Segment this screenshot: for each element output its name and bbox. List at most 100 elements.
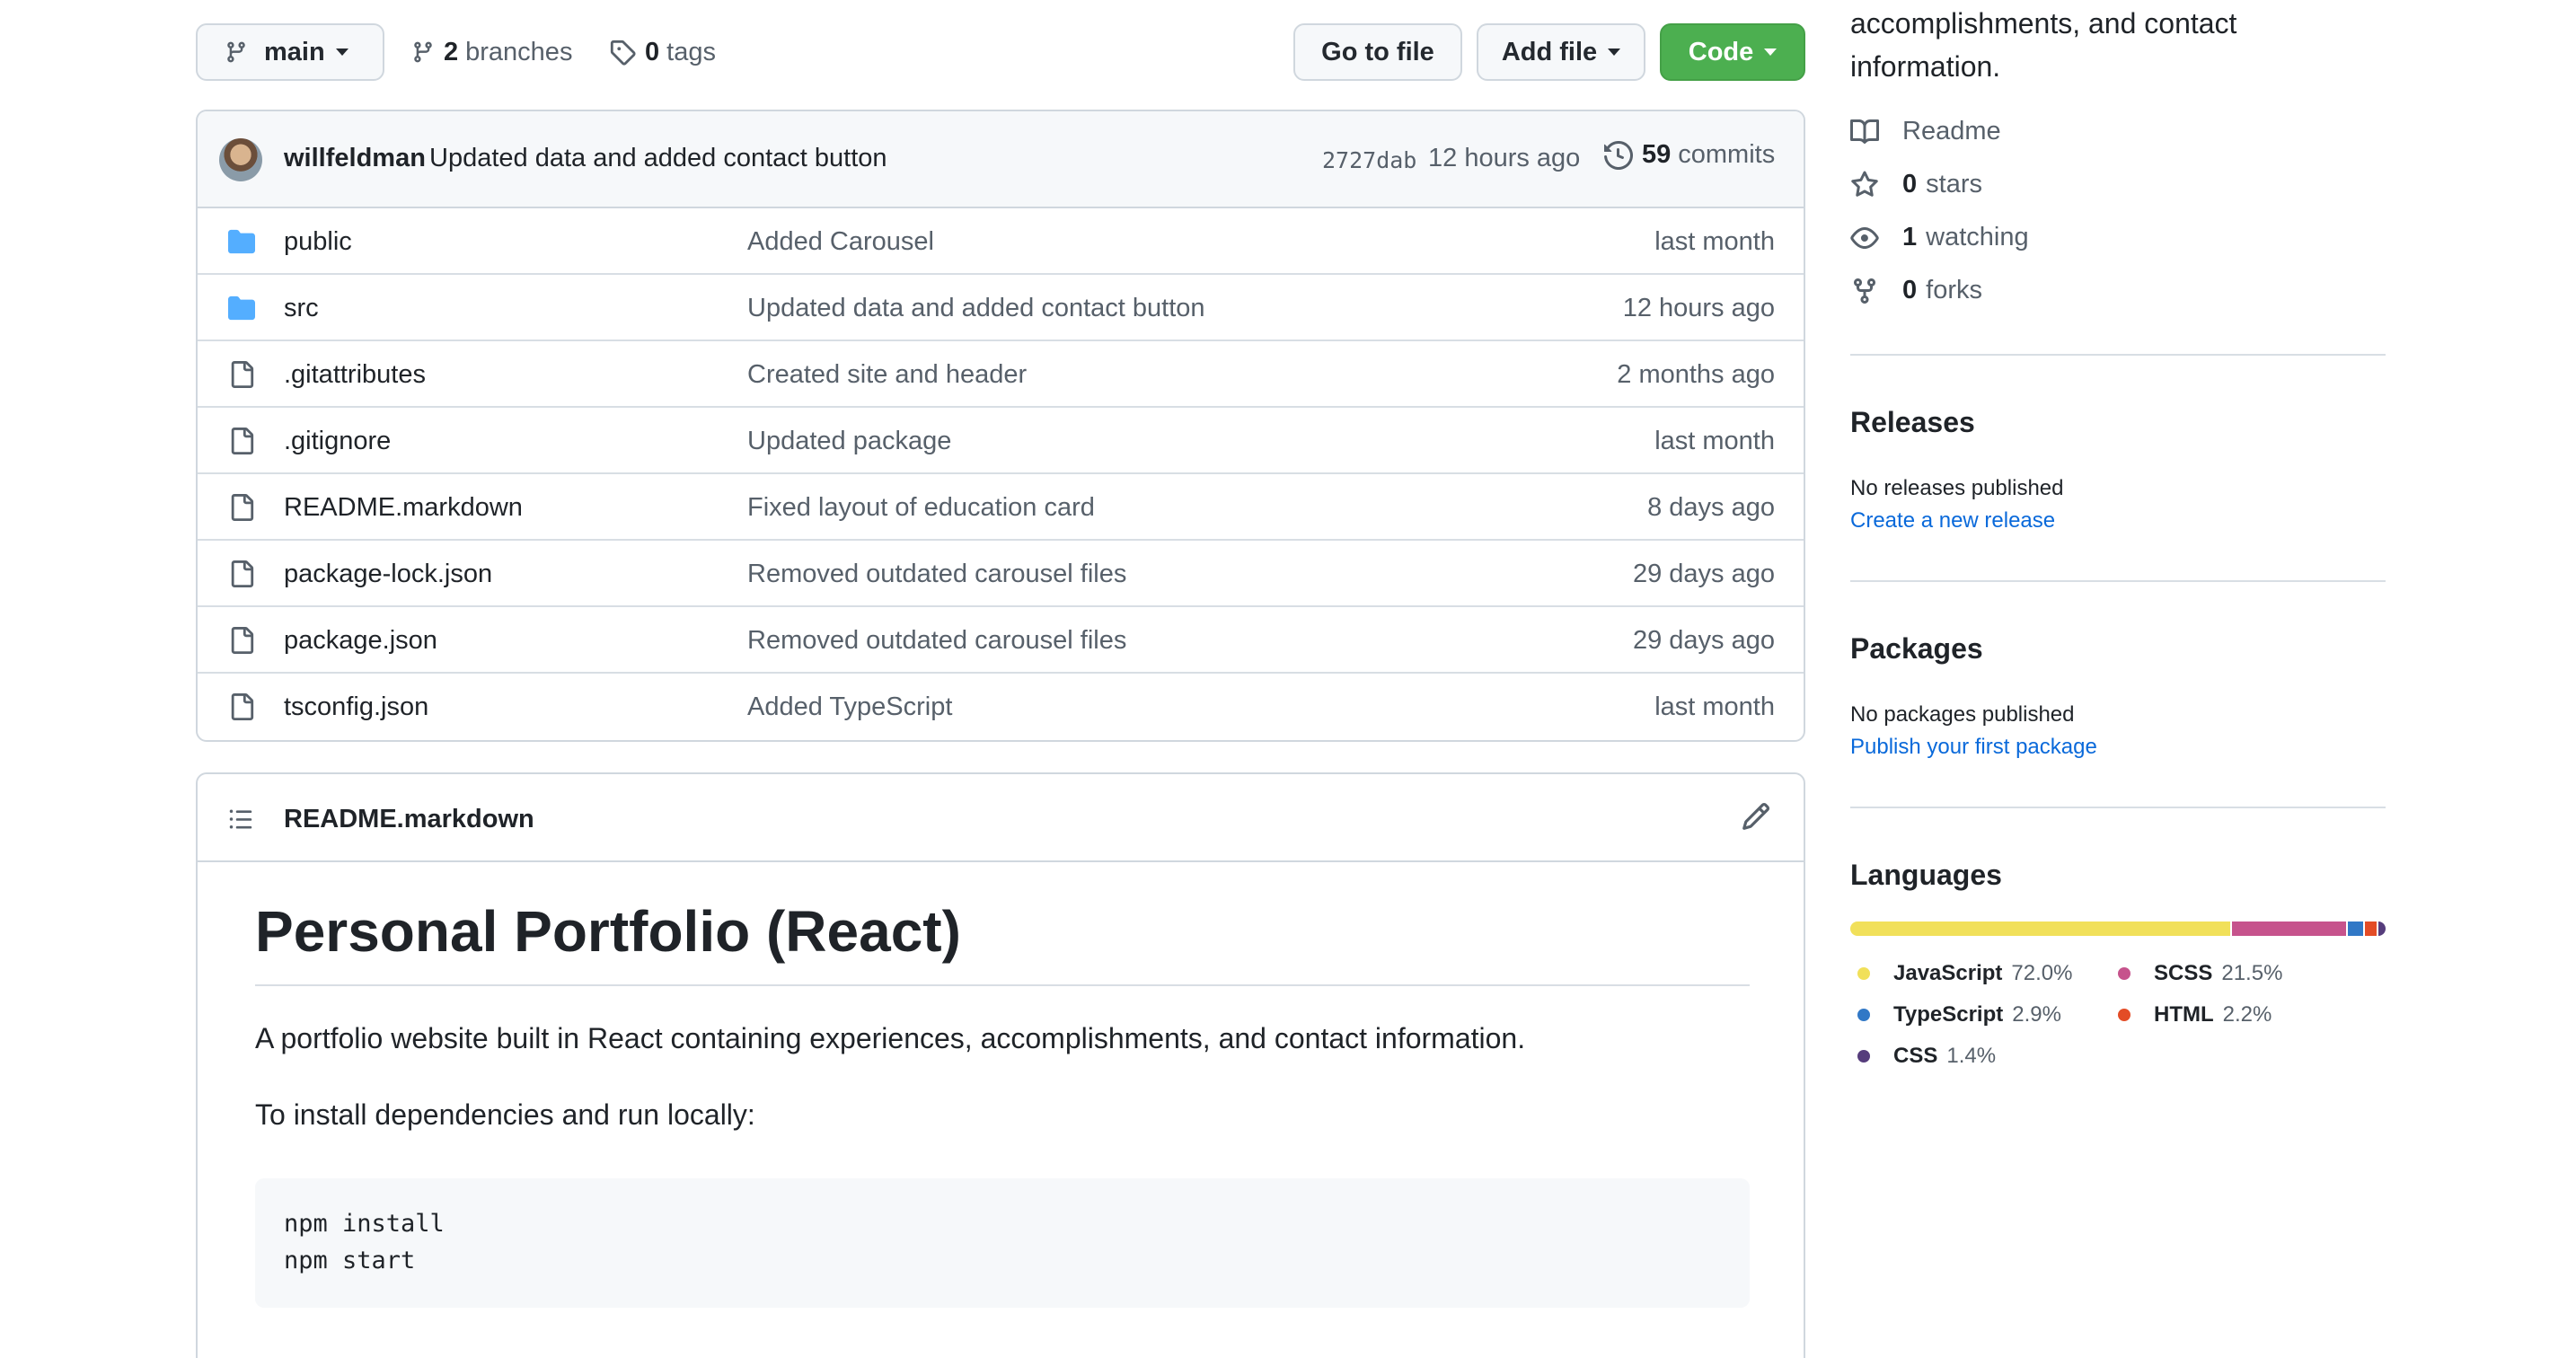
packages-note: No packages published (1850, 702, 2075, 727)
chevron-down-icon (335, 48, 348, 56)
file-list: public Added Carousel last month src Updated… (198, 208, 1804, 740)
language-name: JavaScript (1893, 961, 2003, 985)
branch-select-button[interactable]: main (196, 23, 384, 81)
file-commit-message-link[interactable]: Removed outdated carousel files (747, 560, 1126, 589)
readme-content: Personal Portfolio (React) A portfolio w… (255, 862, 1750, 1308)
file-row[interactable]: public Added Carousel last month (198, 208, 1804, 275)
file-commit-message-link[interactable]: Updated package (747, 427, 951, 456)
file-commit-message-link[interactable]: Added Carousel (747, 227, 934, 257)
file-row[interactable]: package.json Removed outdated carousel fi… (198, 607, 1804, 674)
stars-link[interactable]: 0 stars (1850, 170, 1982, 199)
releases-heading[interactable]: Releases (1850, 406, 1975, 439)
file-commit-age: last month (1654, 427, 1775, 455)
readme-heading: Personal Portfolio (React) (255, 898, 1750, 986)
latest-commit-bar: willfeldman Updated data and added conta… (198, 111, 1804, 208)
file-icon (226, 361, 257, 388)
language-item[interactable]: TypeScript 2.9% (1850, 1002, 2061, 1027)
language-color-dot (1857, 1050, 1870, 1063)
list-unordered-icon[interactable] (226, 807, 255, 832)
file-row[interactable]: README.markdown Fixed layout of education… (198, 474, 1804, 541)
packages-heading[interactable]: Packages (1850, 632, 1983, 666)
divider (1850, 354, 2386, 356)
publish-package-link[interactable]: Publish your first package (1850, 735, 2097, 760)
add-file-button[interactable]: Add file (1477, 23, 1645, 81)
chevron-down-icon (1764, 48, 1778, 56)
file-commit-message-link[interactable]: Added TypeScript (747, 692, 952, 722)
code-line: npm install (284, 1210, 445, 1238)
language-bar-segment (2232, 922, 2346, 936)
watching-label: watching (1926, 223, 2029, 251)
file-commit-message-link[interactable]: Fixed layout of education card (747, 493, 1095, 523)
create-release-link[interactable]: Create a new release (1850, 508, 2055, 534)
language-item[interactable]: JavaScript 72.0% (1850, 961, 2072, 986)
tags-link[interactable]: 0 tags (609, 23, 716, 81)
file-name-link[interactable]: README.markdown (284, 493, 523, 523)
repo-forked-icon (1854, 278, 1875, 304)
file-commit-age: 29 days ago (1632, 560, 1775, 588)
repo-toolbar: main 2 branches 0 tags Go to file Add fi… (196, 23, 1805, 81)
language-percent: 1.4% (1946, 1044, 1997, 1068)
watchers-link[interactable]: 1 watching (1850, 223, 2029, 252)
branches-label: branches (465, 37, 573, 66)
file-commit-message-link[interactable]: Removed outdated carousel files (747, 626, 1126, 656)
folder-icon (226, 295, 257, 322)
forks-label: forks (1926, 276, 1982, 304)
language-item[interactable]: HTML 2.2% (2111, 1002, 2272, 1027)
stars-label: stars (1926, 170, 1982, 198)
readme-link[interactable]: Readme (1850, 117, 2001, 146)
forks-link[interactable]: 0 forks (1850, 276, 1982, 305)
file-name-link[interactable]: public (284, 227, 352, 257)
tags-label: tags (666, 37, 716, 66)
file-name-link[interactable]: .gitignore (284, 427, 391, 456)
git-branch-icon (227, 41, 245, 63)
file-name-link[interactable]: package-lock.json (284, 560, 492, 589)
file-commit-message-link[interactable]: Created site and header (747, 360, 1027, 390)
commit-time: 12 hours ago (1428, 144, 1581, 172)
file-name-link[interactable]: src (284, 294, 319, 323)
readme-header: README.markdown (198, 774, 1804, 862)
language-bar-segment (2378, 922, 2386, 936)
commit-author-link[interactable]: willfeldman (284, 144, 426, 173)
file-row[interactable]: src Updated data and added contact button… (198, 275, 1804, 341)
go-to-file-button[interactable]: Go to file (1293, 23, 1462, 81)
file-row[interactable]: tsconfig.json Added TypeScript last month (198, 674, 1804, 740)
branches-link[interactable]: 2 branches (411, 23, 572, 81)
file-name-link[interactable]: .gitattributes (284, 360, 426, 390)
commit-message-link[interactable]: Updated data and added contact button (429, 144, 887, 173)
divider (1850, 807, 2386, 808)
about-description-line: accomplishments, and contact (1850, 7, 2237, 40)
file-row[interactable]: .gitignore Updated package last month (198, 408, 1804, 474)
git-branch-icon (414, 41, 432, 63)
language-color-dot (1857, 967, 1870, 980)
branches-count: 2 (444, 37, 459, 66)
readme-panel: README.markdown Personal Portfolio (Reac… (196, 772, 1805, 1358)
code-button[interactable]: Code (1660, 23, 1805, 81)
about-description-line: information. (1850, 50, 2001, 83)
language-item[interactable]: SCSS 21.5% (2111, 961, 2282, 986)
language-name: SCSS (2154, 961, 2213, 985)
avatar[interactable] (219, 138, 262, 181)
file-commit-age: last month (1654, 227, 1775, 256)
file-commit-age: last month (1654, 692, 1775, 721)
commit-sha-link[interactable]: 2727dab (1322, 147, 1416, 173)
file-icon (226, 693, 257, 720)
tags-count: 0 (645, 37, 660, 66)
language-percent: 2.9% (2012, 1002, 2061, 1027)
file-name-link[interactable]: package.json (284, 626, 437, 656)
language-name: HTML (2154, 1002, 2214, 1027)
pencil-icon[interactable] (1741, 801, 1771, 832)
file-row[interactable]: .gitattributes Created site and header 2 m… (198, 341, 1804, 408)
file-commit-message-link[interactable]: Updated data and added contact button (747, 294, 1205, 323)
readme-filename[interactable]: README.markdown (284, 805, 534, 834)
commits-history-link[interactable]: 59 commits (1604, 140, 1775, 170)
file-name-link[interactable]: tsconfig.json (284, 692, 428, 722)
language-item[interactable]: CSS 1.4% (1850, 1044, 1996, 1069)
language-percent: 72.0% (2011, 961, 2073, 985)
chevron-down-icon (1608, 48, 1621, 56)
language-name: CSS (1893, 1044, 1938, 1068)
forks-count: 0 (1902, 276, 1918, 304)
language-name: TypeScript (1893, 1002, 2004, 1027)
readme-label: Readme (1902, 117, 2001, 146)
file-row[interactable]: package-lock.json Removed outdated carous… (198, 541, 1804, 607)
tag-icon (610, 40, 636, 66)
